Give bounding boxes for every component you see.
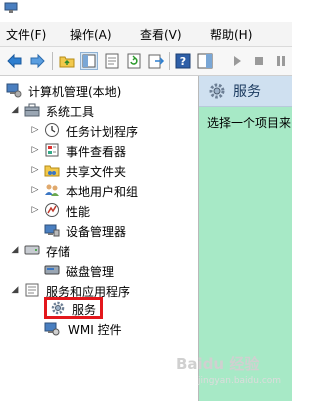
wmi-control-icon [44, 320, 60, 336]
refresh-icon[interactable] [125, 52, 143, 70]
help-icon[interactable]: ? [174, 52, 192, 70]
console-tree: 计算机管理(本地) ◢ 系统工具 ▷ 任务计划程序 ▷ 事件查看器 ▷ 共享文件… [0, 76, 199, 401]
menu-action[interactable]: 操作(A) [70, 26, 112, 43]
tree-label: 计算机管理(本地) [28, 85, 122, 99]
title-bar [0, 0, 292, 22]
tree-node-local-users[interactable]: ▷ 本地用户和组 [30, 180, 195, 200]
clock-icon [44, 122, 60, 138]
expand-arrow-icon[interactable]: ▷ [30, 164, 40, 176]
tree-label: 共享文件夹 [66, 165, 127, 179]
expand-arrow-icon[interactable]: ▷ [30, 124, 40, 136]
tree-node-task-scheduler[interactable]: ▷ 任务计划程序 [30, 120, 195, 140]
show-tree-icon[interactable] [80, 52, 98, 70]
expand-arrow-icon[interactable]: ▷ [30, 184, 40, 196]
device-manager-icon [44, 222, 60, 238]
toolbox-icon [24, 102, 40, 118]
tree-node-shared-folders[interactable]: ▷ 共享文件夹 [30, 160, 195, 180]
computer-management-app-icon [4, 2, 18, 14]
pause-icon[interactable] [272, 52, 290, 70]
back-icon[interactable] [6, 52, 24, 70]
collapse-arrow-icon[interactable]: ◢ [10, 284, 20, 296]
details-header: 服务 [199, 76, 292, 107]
forward-icon[interactable] [28, 52, 46, 70]
menu-help[interactable]: 帮助(H) [210, 26, 252, 43]
tree-node-system-tools[interactable]: ◢ 系统工具 [10, 100, 190, 120]
menu-bar: 文件(F) 操作(A) 查看(V) 帮助(H) [0, 22, 292, 47]
tree-node-event-viewer[interactable]: ▷ 事件查看器 [30, 140, 195, 160]
expand-arrow-icon[interactable]: ▷ [30, 204, 40, 216]
tree-node-performance[interactable]: ▷ 性能 [30, 200, 195, 220]
expand-arrow-icon[interactable]: ▷ [30, 144, 40, 156]
tree-label: 系统工具 [46, 105, 95, 119]
tree-node-disk-management[interactable]: 磁盘管理 [30, 260, 195, 280]
tree-label: 磁盘管理 [66, 265, 115, 279]
toolbar: ? [0, 47, 292, 76]
selection-highlight-box [44, 297, 103, 319]
tree-node-root[interactable]: 计算机管理(本地) [4, 80, 194, 100]
tree-node-device-manager[interactable]: 设备管理器 [30, 220, 195, 240]
toolbar-separator [52, 52, 53, 70]
properties-icon[interactable] [103, 52, 121, 70]
baidu-watermark-url: jingyan.baidu.com [198, 376, 282, 386]
gear-icon [208, 82, 226, 100]
details-description: 选择一个项目来 [207, 116, 292, 130]
tree-label: 任务计划程序 [66, 125, 139, 139]
up-folder-icon[interactable] [58, 52, 76, 70]
tree-label: 本地用户和组 [66, 185, 139, 199]
performance-icon [44, 202, 60, 218]
tree-label: 性能 [66, 205, 91, 219]
tree-node-storage[interactable]: ◢ 存储 [10, 240, 190, 260]
tree-label: 事件查看器 [66, 145, 127, 159]
details-title: 服务 [233, 84, 261, 100]
collapse-arrow-icon[interactable]: ◢ [10, 104, 20, 116]
disk-icon [44, 262, 60, 278]
svg-text:?: ? [180, 55, 186, 68]
computer-management-icon [6, 82, 22, 98]
tree-label: 设备管理器 [66, 225, 127, 239]
action-pane-icon[interactable] [196, 52, 214, 70]
tree-label: 存储 [46, 245, 71, 259]
services-apps-icon [24, 282, 40, 298]
export-icon[interactable] [147, 52, 165, 70]
users-icon [44, 182, 60, 198]
start-icon[interactable] [228, 52, 246, 70]
shared-folder-icon [44, 162, 60, 178]
tree-label: WMI 控件 [68, 323, 122, 337]
event-log-icon [44, 142, 60, 158]
tree-node-wmi[interactable]: WMI 控件 [30, 318, 180, 338]
collapse-arrow-icon[interactable]: ◢ [10, 244, 20, 256]
stop-icon[interactable] [250, 52, 268, 70]
storage-icon [24, 242, 40, 258]
menu-file[interactable]: 文件(F) [6, 26, 46, 43]
toolbar-separator [169, 52, 170, 70]
menu-view[interactable]: 查看(V) [140, 26, 182, 43]
baidu-watermark: Bai⁠du 经验 [176, 355, 260, 373]
